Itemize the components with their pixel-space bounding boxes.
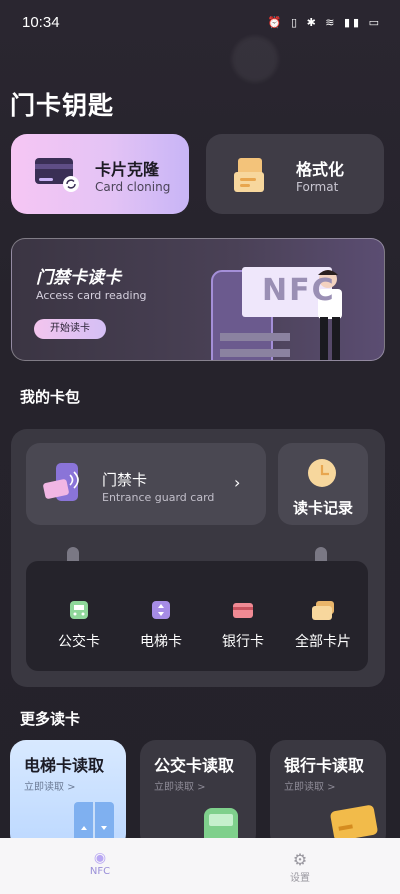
read-card-record-button[interactable]: 读卡记录: [278, 443, 368, 525]
elevator-icon: [152, 601, 170, 619]
elevator-read-subtitle: 立即读取 >: [24, 782, 76, 793]
elevator-card-item[interactable]: 电梯卡: [126, 599, 196, 651]
guard-card-subtitle: Entrance guard card: [102, 491, 215, 504]
entrance-guard-card-button[interactable]: 门禁卡 Entrance guard card ›: [26, 443, 266, 525]
page-title: 门卡钥匙: [10, 91, 115, 120]
all-cards-item[interactable]: 全部卡片: [288, 599, 358, 651]
banner-subtitle: Access card reading: [36, 289, 147, 302]
bank-card-icon: [233, 603, 253, 618]
nfc-tab-icon: ◉: [93, 850, 107, 866]
bank-read-title: 银行卡读取: [284, 756, 365, 775]
bus-card-read-button[interactable]: 公交卡读取 立即读取 >: [140, 740, 256, 850]
card-wallet: 门禁卡 Entrance guard card › 读卡记录 公交卡 电梯卡 银…: [11, 429, 385, 687]
tab-settings[interactable]: ⚙ 设置: [270, 850, 330, 884]
gear-icon: ⚙: [292, 850, 308, 869]
format-title: 格式化: [296, 160, 345, 179]
start-reading-button[interactable]: 开始读卡: [34, 319, 106, 339]
bus-card-item[interactable]: 公交卡: [44, 599, 114, 651]
tab-nfc-label: NFC: [89, 866, 111, 877]
all-cards-label: 全部卡片: [295, 634, 351, 650]
card-clone-icon: [35, 158, 79, 192]
bank-card-illustration-icon: [330, 805, 378, 841]
card-cloning-button[interactable]: 卡片克隆 Card cloning: [11, 134, 189, 214]
card-type-grid: 公交卡 电梯卡 银行卡 全部卡片: [26, 561, 368, 671]
elevator-card-read-button[interactable]: 电梯卡读取 立即读取 >: [10, 740, 126, 850]
bank-card-label: 银行卡: [222, 634, 264, 650]
bus-read-title: 公交卡读取: [154, 756, 235, 775]
bottom-navigation: ◉ NFC ⚙ 设置: [0, 838, 400, 894]
clock-record-icon: [308, 459, 336, 487]
access-card-reading-banner[interactable]: 门禁卡读卡 Access card reading 开始读卡 NFC: [11, 238, 385, 361]
bank-card-read-button[interactable]: 银行卡读取 立即读取 >: [270, 740, 386, 850]
status-bar: 10:34 ⏰ ▯ ✱ ≋ ▮▮ ▭: [0, 0, 400, 44]
card-cloning-subtitle: Card cloning: [95, 180, 171, 194]
status-icons: ⏰ ▯ ✱ ≋ ▮▮ ▭: [267, 16, 382, 29]
phone-card-icon: [43, 463, 79, 501]
elevator-card-label: 电梯卡: [140, 634, 182, 650]
bus-icon: [70, 601, 88, 619]
status-time: 10:34: [22, 14, 60, 31]
document-format-icon: [234, 158, 264, 192]
wallet-section-title: 我的卡包: [20, 388, 81, 406]
tab-settings-label: 设置: [290, 873, 310, 884]
bus-read-subtitle: 立即读取 >: [154, 782, 206, 793]
bank-read-subtitle: 立即读取 >: [284, 782, 336, 793]
guard-card-title: 门禁卡: [102, 471, 148, 489]
elevator-read-title: 电梯卡读取: [24, 756, 105, 775]
bus-card-label: 公交卡: [58, 634, 100, 650]
format-button[interactable]: 格式化 Format: [206, 134, 384, 214]
read-record-label: 读卡记录: [292, 499, 353, 517]
all-cards-icon: [312, 601, 334, 620]
more-reading-title: 更多读卡: [20, 710, 81, 728]
chevron-right-icon: ›: [234, 473, 241, 492]
bank-card-item[interactable]: 银行卡: [208, 599, 278, 651]
tab-nfc[interactable]: ◉ NFC: [70, 850, 130, 877]
banner-title: 门禁卡读卡: [36, 268, 121, 288]
decorative-glow: [232, 36, 278, 82]
card-cloning-title: 卡片克隆: [95, 160, 160, 179]
format-subtitle: Format: [296, 180, 339, 194]
nfc-label: NFC: [262, 273, 336, 308]
